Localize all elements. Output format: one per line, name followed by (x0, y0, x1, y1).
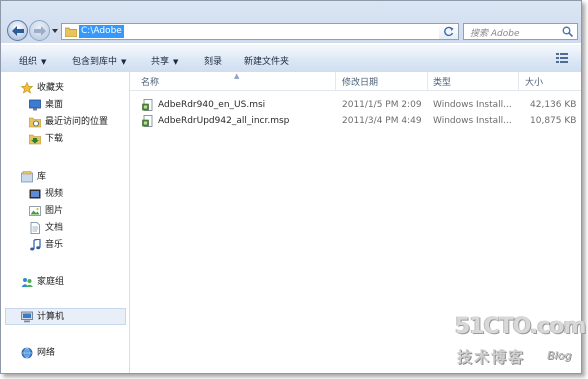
installer-patch-icon (142, 115, 153, 127)
organize-menu[interactable]: 组织 ▼ (19, 54, 46, 67)
column-divider[interactable] (427, 72, 428, 90)
search-box[interactable]: 搜索 Adobe (463, 23, 578, 40)
column-divider[interactable] (335, 72, 336, 90)
watermark-blog: Blog (547, 349, 572, 362)
file-name: AdbeRdr940_en_US.msi (158, 100, 266, 110)
new-folder-button[interactable]: 新建文件夹 (244, 54, 289, 67)
nav-network-label: 网络 (37, 348, 56, 358)
watermark-subtitle: 技术博客 (457, 348, 526, 366)
sort-ascending-icon: ▲ (234, 72, 240, 80)
file-date: 2011/3/4 PM 4:49 (342, 116, 422, 126)
watermark: 51CTO.com 技术博客 Blog (455, 314, 586, 374)
column-header-row: ▲ 名称 修改日期 类型 大小 (130, 72, 581, 91)
nav-documents-label: 文档 (45, 223, 64, 233)
file-row[interactable]: AdbeRdrUpd942_all_incr.msp 2011/3/4 PM 4… (130, 113, 581, 129)
nav-videos-label: 视频 (45, 189, 64, 199)
include-in-library-label: 包含到库中 (72, 57, 118, 67)
library-icon (21, 171, 33, 183)
file-name: AdbeRdrUpd942_all_incr.msp (158, 116, 290, 126)
search-input[interactable]: 搜索 Adobe (470, 26, 520, 39)
download-folder-icon (29, 134, 41, 145)
nav-homegroup-label: 家庭组 (37, 277, 65, 287)
refresh-button[interactable] (439, 23, 459, 40)
network-icon (21, 347, 33, 359)
organize-label: 组织 (19, 57, 38, 67)
arrow-left-icon (11, 25, 24, 36)
recent-pages-dropdown-icon[interactable] (51, 27, 59, 35)
file-size: 42,136 KB (530, 100, 577, 110)
nav-pictures-label: 图片 (45, 206, 64, 216)
nav-computer-label: 计算机 (37, 312, 65, 322)
address-row: C:\Adobe 搜索 Adobe (1, 1, 581, 43)
nav-downloads-label: 下载 (45, 134, 64, 144)
document-icon (30, 222, 40, 234)
picture-icon (29, 206, 41, 216)
chevron-down-icon: ▼ (121, 58, 127, 66)
file-type: Windows Install... (433, 100, 512, 110)
file-type: Windows Install... (433, 116, 512, 126)
computer-icon (21, 311, 33, 323)
nav-desktop-label: 桌面 (45, 100, 64, 110)
column-header-name[interactable]: 名称 (141, 75, 159, 88)
share-label: 共享 (151, 57, 170, 67)
column-header-date[interactable]: 修改日期 (342, 75, 378, 88)
address-path[interactable]: C:\Adobe (79, 25, 124, 38)
column-header-type[interactable]: 类型 (433, 75, 451, 88)
address-bar[interactable]: C:\Adobe (61, 23, 459, 40)
nav-libraries-label: 库 (37, 172, 47, 182)
include-in-library-menu[interactable]: 包含到库中 ▼ (72, 54, 126, 67)
folder-icon (65, 27, 77, 37)
burn-button[interactable]: 刻录 (204, 54, 222, 67)
navigation-pane: 收藏夹 桌面 最近访问的位置 下载 库 视频 图片 文档 音乐 家庭组 计算机 … (1, 72, 130, 373)
star-icon (21, 82, 33, 94)
installer-file-icon (142, 99, 153, 111)
file-date: 2011/1/5 PM 2:09 (342, 100, 422, 110)
command-bar: 组织 ▼ 包含到库中 ▼ 共享 ▼ 刻录 新建文件夹 (1, 45, 581, 73)
recent-places-icon (29, 117, 41, 128)
desktop-icon (29, 99, 41, 111)
column-header-size[interactable]: 大小 (525, 75, 543, 88)
arrow-right-icon (33, 25, 46, 36)
file-row[interactable]: AdbeRdr940_en_US.msi 2011/1/5 PM 2:09 Wi… (130, 97, 581, 113)
forward-button[interactable] (29, 20, 50, 41)
search-icon[interactable] (562, 26, 573, 37)
view-options-icon[interactable] (556, 52, 570, 64)
nav-music-label: 音乐 (45, 240, 64, 250)
video-icon (29, 189, 41, 199)
nav-recent-places-label: 最近访问的位置 (45, 117, 109, 127)
back-button[interactable] (7, 20, 28, 41)
chevron-down-icon: ▼ (41, 58, 47, 66)
refresh-icon (444, 26, 454, 37)
chevron-down-icon: ▼ (173, 58, 179, 66)
column-divider[interactable] (518, 72, 519, 90)
file-size: 10,875 KB (530, 116, 577, 126)
nav-favorites-label: 收藏夹 (37, 83, 65, 93)
watermark-logo: 51CTO.com (455, 314, 586, 339)
homegroup-icon (21, 278, 33, 287)
share-menu[interactable]: 共享 ▼ (151, 54, 178, 67)
music-icon (30, 239, 41, 251)
